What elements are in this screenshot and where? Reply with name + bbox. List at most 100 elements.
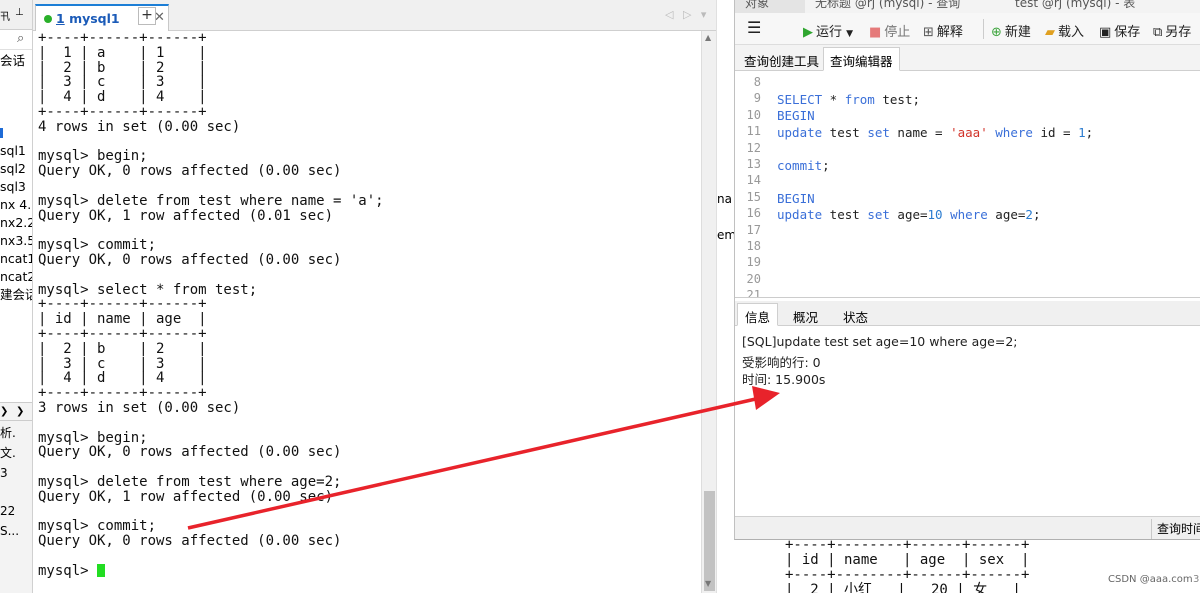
terminal-line: 4 rows in set (0.00 sec) <box>38 118 241 135</box>
query-toolbar: ☰ ▶ 运行 ▼ ■ 停止 ⊞ 解释 ⊕ 新建 ▰ 载入 ▣ 保存 ⧉ 另存 <box>735 13 1200 45</box>
sidebar-item-nx22[interactable]: nx2.2 <box>0 214 32 232</box>
tab-number: 1 <box>56 11 65 26</box>
code-line-13: commit; <box>777 158 830 173</box>
tab-query-builder[interactable]: 查询创建工具 <box>737 47 826 71</box>
tab-query-editor[interactable]: 查询编辑器 <box>823 47 900 71</box>
line-number: 13 <box>746 157 761 171</box>
terminal-line: | 4 | d | 4 | <box>38 89 207 106</box>
result-tab-bar: 信息 概况 状态 <box>735 301 1200 326</box>
terminal-scrollbar[interactable]: ▲ ▼ <box>701 31 716 593</box>
line-number: 18 <box>746 239 761 253</box>
plus-icon: + <box>141 7 153 23</box>
tab-nav-arrows[interactable]: ◁ ▷ ▾ <box>665 8 709 21</box>
line-number: 14 <box>746 173 761 188</box>
property-item: 22 <box>0 504 16 518</box>
code-text: id = <box>1032 125 1079 140</box>
watermark: CSDN @aaa.com <box>1108 574 1193 585</box>
scroll-down-icon[interactable]: ▼ <box>705 579 711 588</box>
background-result-table: +----+--------+------+------+ | id | name… <box>785 538 1029 593</box>
tab-message[interactable]: 信息 <box>737 303 779 326</box>
arrow-right-icon[interactable]: ❯ <box>16 406 24 417</box>
property-item: 3 <box>0 466 8 480</box>
save-as-label: 另存 <box>1165 25 1192 40</box>
dropdown-icon[interactable]: ▼ <box>846 29 853 39</box>
keyword: where <box>950 207 988 222</box>
code-text: test <box>822 125 868 140</box>
sidebar-item-sql2[interactable]: sql2 <box>0 160 26 178</box>
table-line: | 2 | 小红 | 20 | 女 | <box>785 582 1021 593</box>
tab-title: mysql1 <box>69 11 120 26</box>
save-icon: ▣ <box>1099 25 1112 40</box>
terminal-prompt-line[interactable]: mysql> <box>38 562 384 579</box>
message-sql: [SQL]update test set age=10 where age=2; <box>742 334 1018 349</box>
new-button[interactable]: ⊕ 新建 <box>991 21 1031 40</box>
background-window-strip: na em <box>716 0 734 593</box>
pin-icon[interactable]: 卂 <box>0 8 10 23</box>
add-tab-button[interactable]: + <box>138 7 156 25</box>
keyword: BEGIN <box>777 191 815 206</box>
keyword: BEGIN <box>777 108 815 123</box>
sidebar-item-sql1[interactable]: sql1 <box>0 142 26 160</box>
sidebar-item-nx35[interactable]: nx3.5 <box>0 232 32 250</box>
terminal-line: 3 rows in set (0.00 sec) <box>38 399 241 416</box>
sidebar-item-nx49[interactable]: nx 4.9 <box>0 196 32 214</box>
keyword: commit <box>777 158 823 173</box>
sidebar-item-ncat2[interactable]: ncat2 <box>0 268 32 286</box>
sidebar-item-ncat1[interactable]: ncat1 <box>0 250 32 268</box>
explain-label: 解释 <box>936 25 963 40</box>
keyword: set <box>867 125 890 140</box>
line-number: 21 <box>746 288 761 298</box>
scroll-up-icon[interactable]: ▲ <box>705 33 711 42</box>
save-as-button[interactable]: ⧉ 另存 <box>1153 21 1191 40</box>
code-text: ; <box>1032 207 1041 222</box>
status-divider <box>1151 519 1152 539</box>
line-number: 11 <box>746 124 761 139</box>
arrow-right-icon[interactable]: ❯ <box>0 406 8 417</box>
terminal-tab-bar: 1 mysql1 ✕ + ◁ ▷ ▾ <box>33 0 716 31</box>
sidebar-properties: ❯ ❯ 析. 文. 3 22 S... <box>0 402 32 593</box>
terminal-line: | 2 | b | 2 | <box>38 59 207 76</box>
code-text: * <box>822 92 845 107</box>
sidebar-item-session-group[interactable]: 会话 <box>0 52 25 70</box>
terminal-line: | 4 | d | 4 | <box>38 370 207 387</box>
sidebar-item-sql3[interactable]: sql3 <box>0 178 26 196</box>
terminal-output[interactable]: +----+------+------+ | 1 | a | 1 | | 2 | b… <box>33 31 701 593</box>
run-button[interactable]: ▶ 运行 ▼ <box>803 21 853 40</box>
tab-objects-label[interactable]: 对象 <box>745 0 769 11</box>
string-literal: 'aaa' <box>950 125 988 140</box>
save-label: 保存 <box>1114 25 1141 40</box>
pushpin-icon[interactable]: ⊥ <box>15 7 24 18</box>
line-number-gutter: 8 9 10 11 12 13 14 15 16 17 18 19 20 21 <box>735 71 765 298</box>
keyword: SELECT <box>777 92 823 107</box>
line-number: 9 <box>753 91 761 106</box>
stop-button[interactable]: ■ 停止 <box>869 21 910 40</box>
keyword: set <box>867 207 890 222</box>
load-label: 载入 <box>1058 25 1085 40</box>
menu-icon[interactable]: ☰ <box>747 18 761 37</box>
sql-editor[interactable]: 8 9 10 11 12 13 14 15 16 17 18 19 20 21 SELECT * from… <box>735 71 1200 298</box>
explain-button[interactable]: ⊞ 解释 <box>923 21 963 40</box>
scrollbar-thumb[interactable] <box>704 491 715 591</box>
tab-untitled-query[interactable]: 无标题 @rj (mysql) - 查询 <box>815 0 960 11</box>
property-item: S... <box>0 524 20 538</box>
tab-profile[interactable]: 概况 <box>785 303 826 326</box>
terminal-prompt: mysql> <box>38 562 98 579</box>
terminal-line: | id | name | age | <box>38 311 207 328</box>
search-icon[interactable]: ⌕ <box>17 31 24 46</box>
load-button[interactable]: ▰ 载入 <box>1045 21 1084 40</box>
terminal-line: mysql> select * from test; <box>38 281 258 298</box>
cursor <box>97 563 106 577</box>
navicat-query-window: 对象 无标题 @rj (mysql) - 查询 test @rj (mysql)… <box>734 0 1200 540</box>
sidebar-search[interactable]: ⌕ <box>0 30 32 50</box>
code-text: test; <box>874 92 920 107</box>
save-button[interactable]: ▣ 保存 <box>1099 21 1140 40</box>
tab-label: 1 mysql1 <box>56 11 120 26</box>
tab-status[interactable]: 状态 <box>835 303 876 326</box>
line-number: 8 <box>753 75 761 89</box>
sidebar-item-new-session[interactable]: 建会话 <box>0 286 32 304</box>
properties-scroll[interactable]: ❯ ❯ <box>0 403 32 421</box>
tab-test-table[interactable]: test @rj (mysql) - 表 <box>1015 0 1135 11</box>
